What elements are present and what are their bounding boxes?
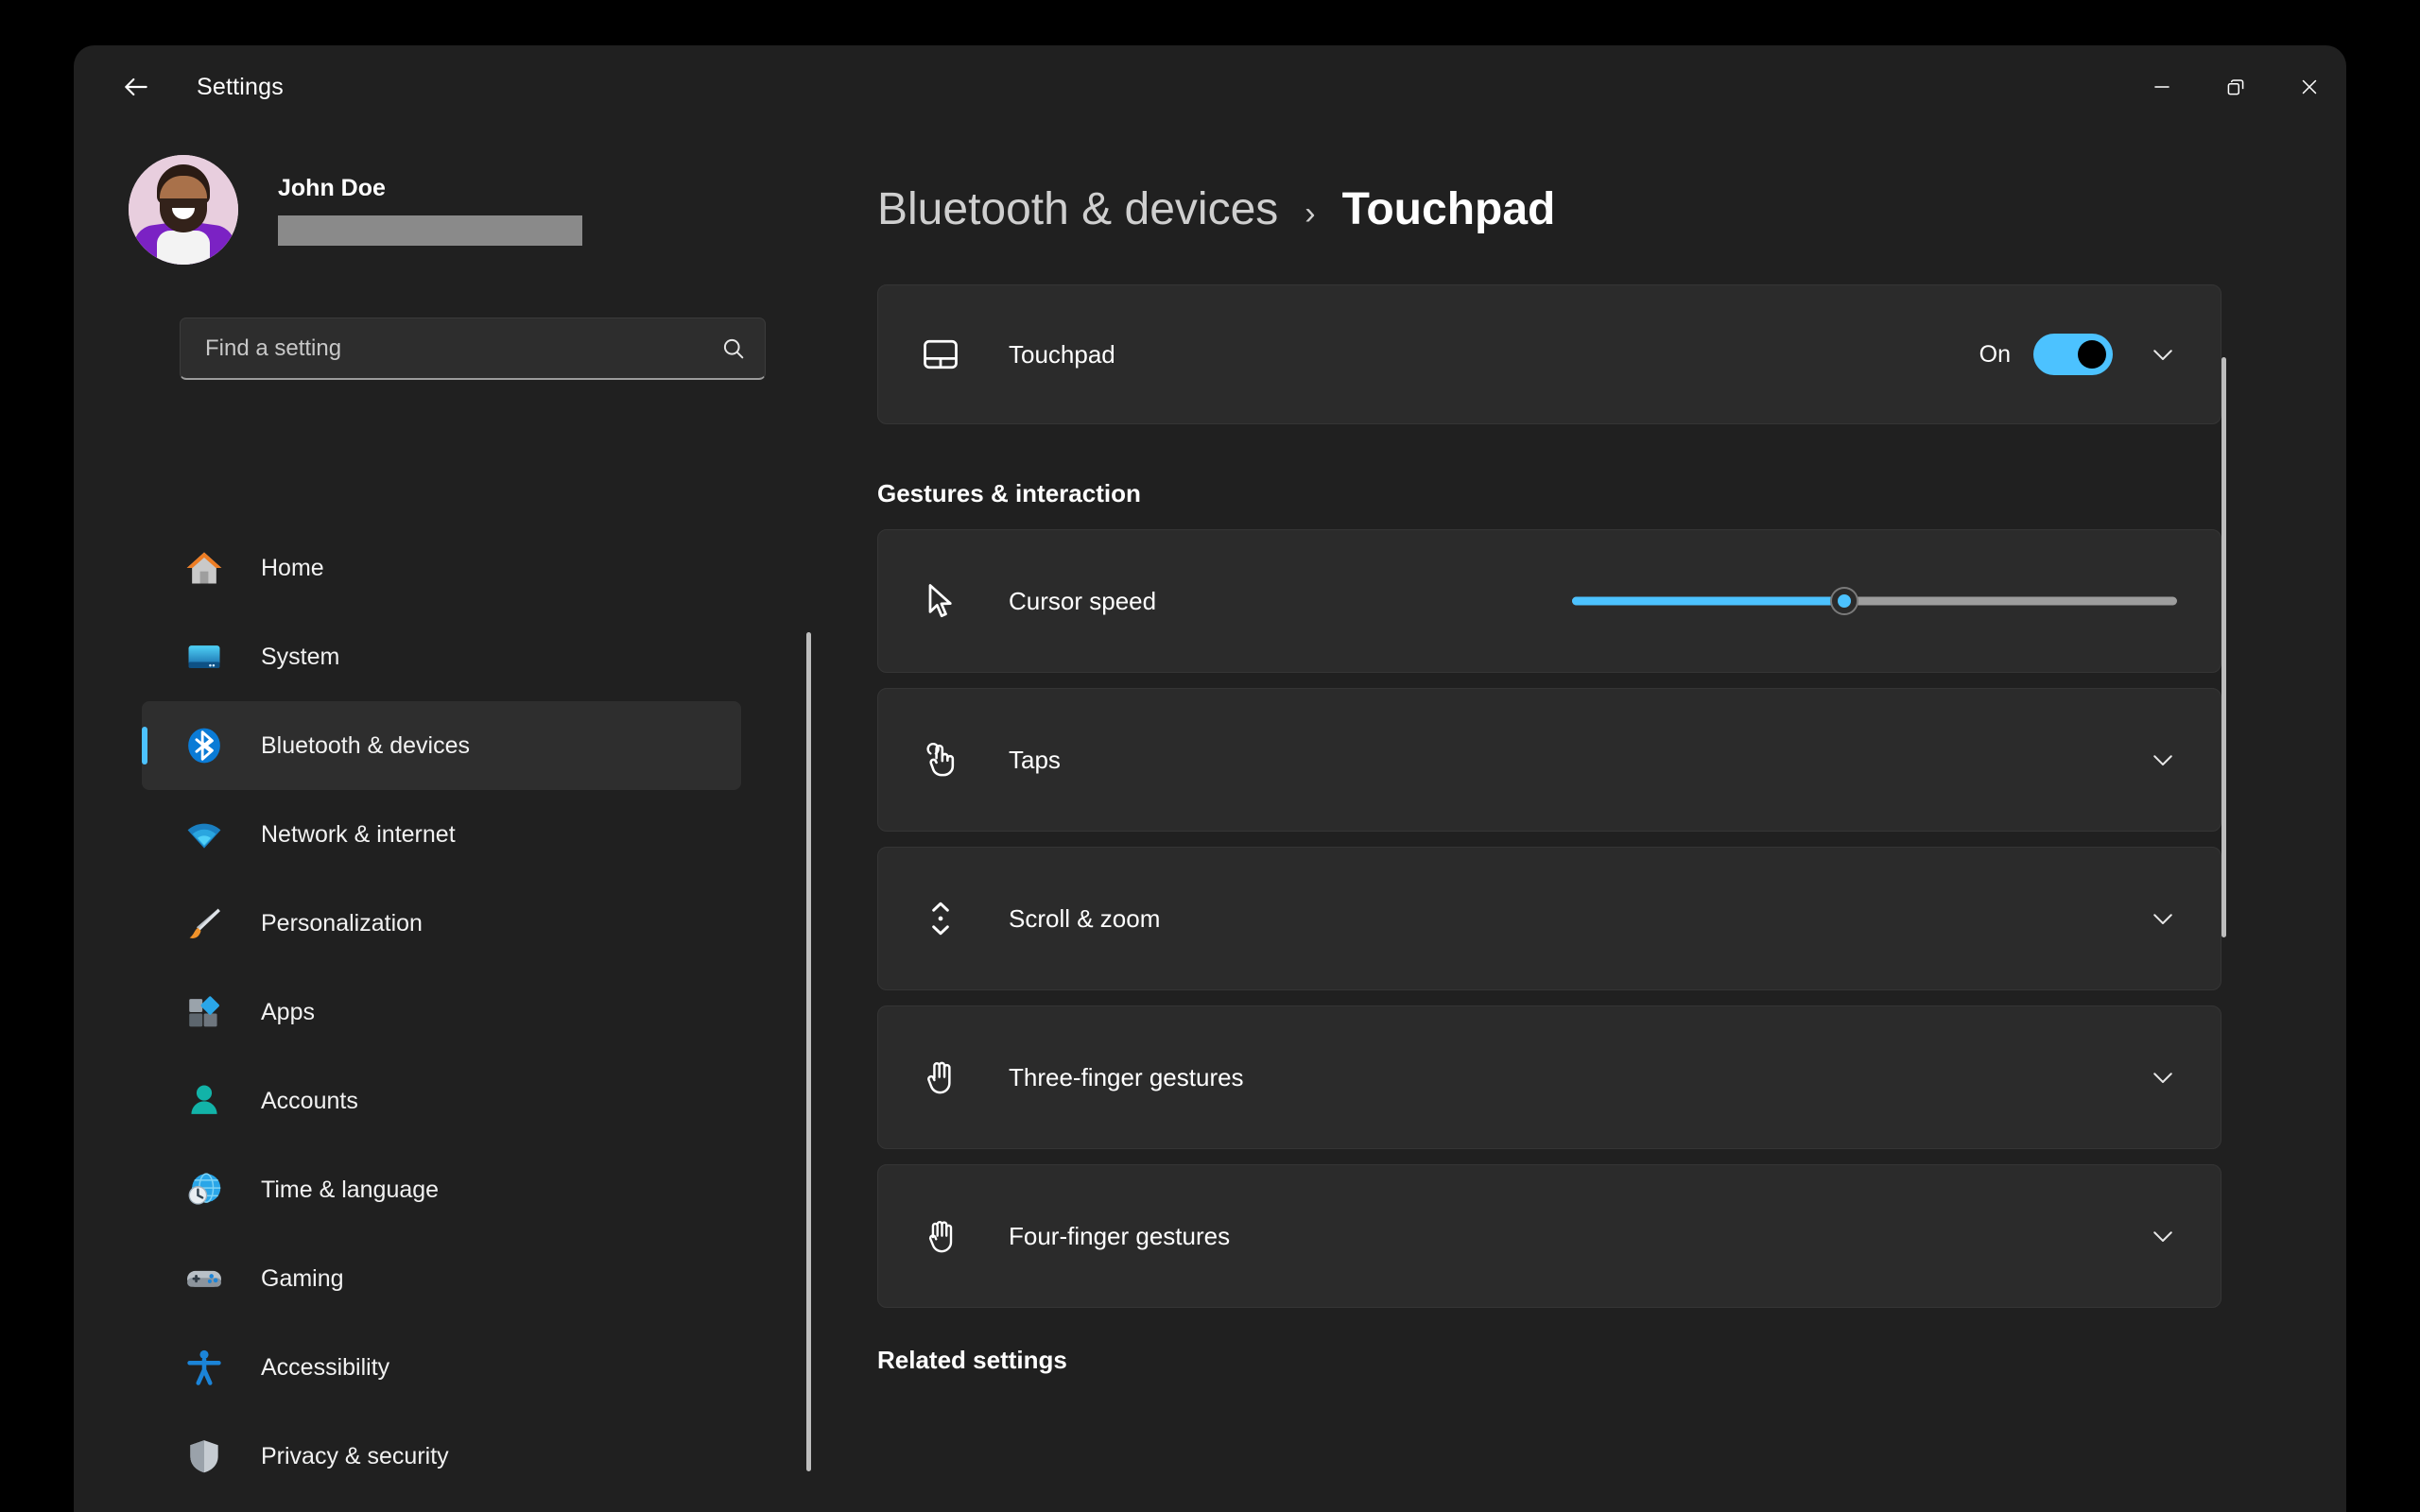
touchpad-icon — [920, 334, 977, 375]
bluetooth-icon — [180, 721, 229, 770]
wifi-icon — [180, 810, 229, 859]
system-icon — [180, 632, 229, 681]
sidebar-item-time-language[interactable]: Time & language — [180, 1145, 741, 1234]
toggle-state-label: On — [1979, 340, 2011, 368]
row-taps[interactable]: Taps — [877, 688, 2221, 832]
settings-window: Settings John Doe Find a setting Home Sy… — [74, 45, 2346, 1512]
row-three-finger-gestures[interactable]: Three-finger gestures — [877, 1005, 2221, 1149]
window-controls — [2125, 45, 2346, 129]
toggle-knob — [2078, 340, 2106, 369]
profile-email-redacted — [278, 215, 582, 246]
breadcrumb: Bluetooth & devices › Touchpad — [877, 183, 2346, 235]
sidebar-item-accessibility[interactable]: Accessibility — [180, 1323, 741, 1412]
sidebar-item-label: Accessibility — [261, 1353, 390, 1381]
avatar — [129, 155, 238, 265]
expand-taps-button[interactable] — [2149, 746, 2177, 774]
chevron-down-icon — [2153, 1073, 2172, 1083]
home-icon — [180, 543, 229, 593]
apps-icon — [180, 988, 229, 1037]
sidebar-item-bluetooth-devices[interactable]: Bluetooth & devices — [142, 701, 741, 790]
minimize-icon — [2154, 86, 2169, 88]
sidebar-item-gaming[interactable]: Gaming — [180, 1234, 741, 1323]
sidebar-item-label: Apps — [261, 998, 315, 1025]
row-label: Cursor speed — [1009, 586, 1157, 615]
four-finger-hand-icon — [920, 1215, 977, 1257]
restore-icon — [2227, 79, 2244, 95]
restore-button[interactable] — [2199, 45, 2273, 129]
touchpad-toggle-card[interactable]: Touchpad On — [877, 284, 2221, 424]
sidebar-item-label: Personalization — [261, 909, 423, 936]
shield-icon — [180, 1432, 229, 1481]
row-label: Three-finger gestures — [1009, 1062, 1244, 1091]
chevron-down-icon — [2153, 914, 2172, 924]
close-icon — [2302, 79, 2317, 94]
clock-globe-icon — [180, 1165, 229, 1214]
sidebar-item-label: Privacy & security — [261, 1442, 449, 1469]
search-icon[interactable] — [702, 335, 765, 362]
breadcrumb-separator: › — [1305, 196, 1316, 232]
sidebar-nav: Home System Bluetooth & devices Network … — [74, 524, 792, 1512]
touchpad-toggle-area: On — [1979, 334, 2177, 375]
close-button[interactable] — [2273, 45, 2346, 129]
main-scrollbar[interactable] — [2221, 357, 2226, 937]
sidebar-item-label: System — [261, 643, 340, 670]
chevron-down-icon — [2153, 350, 2172, 360]
row-label: Scroll & zoom — [1009, 903, 1161, 933]
sidebar-item-label: Time & language — [261, 1176, 440, 1203]
row-scroll-zoom[interactable]: Scroll & zoom — [877, 847, 2221, 990]
accessibility-icon — [180, 1343, 229, 1392]
three-finger-hand-icon — [920, 1057, 977, 1098]
expand-touchpad-button[interactable] — [2149, 340, 2177, 369]
row-four-finger-gestures[interactable]: Four-finger gestures — [877, 1164, 2221, 1308]
search-glyph — [723, 338, 744, 358]
cursor-icon — [920, 580, 977, 622]
arrow-left-icon — [125, 77, 147, 96]
sidebar: John Doe Find a setting Home System Blue… — [74, 129, 811, 1512]
title-bar: Settings — [74, 45, 2346, 129]
sidebar-item-personalization[interactable]: Personalization — [180, 879, 741, 968]
slider-thumb[interactable] — [1832, 589, 1857, 613]
profile-section[interactable]: John Doe — [129, 155, 792, 265]
expand-scroll-zoom-button[interactable] — [2149, 904, 2177, 933]
search-field[interactable] — [180, 318, 766, 380]
cursor-speed-slider[interactable] — [1572, 580, 2177, 622]
sidebar-item-label: Home — [261, 554, 324, 581]
sidebar-item-label: Bluetooth & devices — [261, 731, 470, 759]
sidebar-item-privacy-security[interactable]: Privacy & security — [180, 1412, 741, 1501]
app-title: Settings — [197, 73, 284, 100]
row-label: Taps — [1009, 745, 1061, 774]
sidebar-item-label: Accounts — [261, 1087, 358, 1114]
selection-indicator — [142, 727, 147, 765]
sidebar-item-accounts[interactable]: Accounts — [180, 1057, 741, 1145]
sidebar-item-system[interactable]: System — [180, 612, 741, 701]
expand-four-finger-button[interactable] — [2149, 1222, 2177, 1250]
sidebar-item-label: Gaming — [261, 1264, 344, 1292]
sidebar-item-network-internet[interactable]: Network & internet — [180, 790, 741, 879]
touchpad-toggle-switch[interactable] — [2033, 334, 2113, 375]
scroll-icon — [920, 898, 977, 939]
slider-fill — [1572, 596, 1844, 606]
chevron-down-icon — [2153, 1231, 2172, 1242]
person-icon — [180, 1076, 229, 1125]
tap-hand-icon — [920, 739, 977, 781]
sidebar-item-label: Network & internet — [261, 820, 456, 848]
gamepad-icon — [180, 1254, 229, 1303]
expand-three-finger-button[interactable] — [2149, 1063, 2177, 1091]
minimize-button[interactable] — [2125, 45, 2199, 129]
back-button[interactable] — [104, 55, 168, 119]
touchpad-label: Touchpad — [1009, 339, 1115, 369]
sidebar-item-home[interactable]: Home — [180, 524, 741, 612]
row-label: Four-finger gestures — [1009, 1221, 1231, 1250]
main-content: Bluetooth & devices › Touchpad Touchpad … — [792, 129, 2346, 1512]
sidebar-item-apps[interactable]: Apps — [180, 968, 741, 1057]
chevron-down-icon — [2153, 755, 2172, 765]
profile-name: John Doe — [278, 174, 386, 201]
breadcrumb-parent[interactable]: Bluetooth & devices — [877, 183, 1278, 235]
paintbrush-icon — [180, 899, 229, 948]
search-input[interactable] — [181, 335, 702, 362]
row-cursor-speed[interactable]: Cursor speed — [877, 529, 2221, 673]
section-title-related: Related settings — [877, 1346, 1067, 1374]
page-title: Touchpad — [1341, 184, 1556, 234]
section-title-gestures: Gestures & interaction — [877, 479, 1141, 507]
